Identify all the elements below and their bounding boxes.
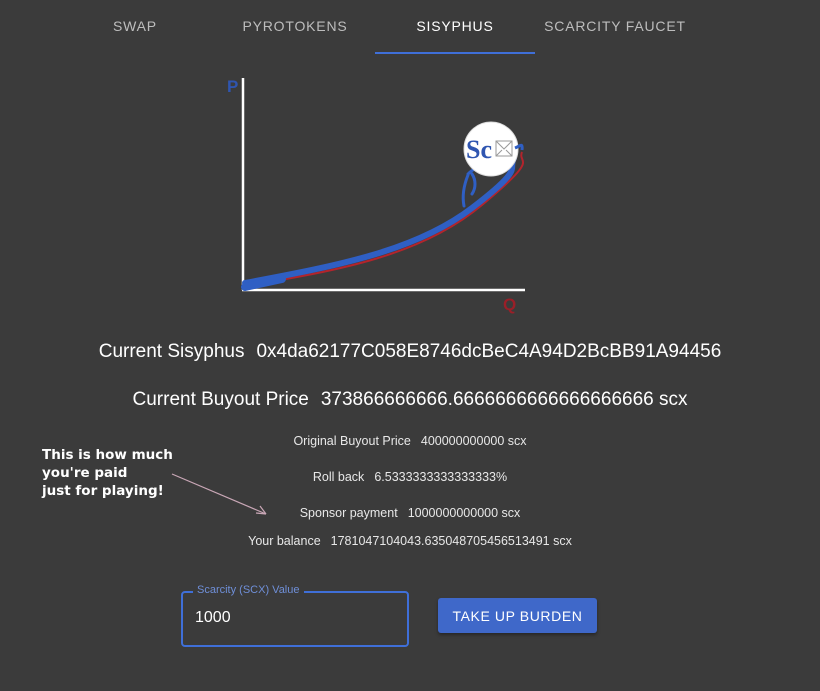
scx-value-field-label: Scarcity (SCX) Value [193, 584, 304, 596]
sponsor-annotation: This is how much you're paid just for pl… [42, 447, 173, 499]
x-axis-label: Q [503, 295, 516, 314]
sponsor-payment-row: Sponsor payment 1000000000000 scx [0, 506, 820, 520]
current-sisyphus-row: Current Sisyphus 0x4da62177C058E8746dcBeC… [0, 341, 820, 363]
original-buyout-price-label: Original Buyout Price [293, 434, 411, 448]
annotation-arrow-icon [171, 473, 267, 515]
buyout-price-label: Current Buyout Price [132, 389, 309, 410]
tab-swap[interactable]: SWAP [55, 0, 215, 54]
your-balance-row: Your balance 1781047104043.63504870545651… [0, 534, 820, 548]
original-buyout-price-value: 400000000000 scx [420, 434, 527, 448]
tab-pyrotokens[interactable]: PYROTOKENS [215, 0, 375, 54]
coin-label: Sc [466, 135, 492, 164]
tab-scarcity-faucet[interactable]: SCARCITY FAUCET [535, 0, 695, 54]
tab-bar: SWAP PYROTOKENS SISYPHUS SCARCITY FAUCET [55, 0, 695, 54]
sisyphus-curve-illustration: P Q Sc [227, 77, 525, 314]
buyout-price-value: 373866666666.6666666666666666666 scx [320, 389, 688, 410]
tab-sisyphus[interactable]: SISYPHUS [375, 0, 535, 54]
roll-back-value: 6.5333333333333333% [374, 470, 508, 484]
current-sisyphus-address: 0x4da62177C058E8746dcBeC4A94D2BcBB91A944… [256, 341, 722, 362]
your-balance-value: 1781047104043.635048705456513491 scx [330, 534, 572, 548]
your-balance-label: Your balance [248, 534, 321, 548]
buyout-price-row: Current Buyout Price 373866666666.6666666… [0, 389, 820, 411]
scx-value-field: Scarcity (SCX) Value [181, 584, 409, 647]
sponsor-payment-label: Sponsor payment [299, 506, 398, 520]
scx-value-input[interactable] [195, 609, 395, 627]
y-axis-label: P [227, 77, 238, 96]
roll-back-label: Roll back [312, 470, 365, 484]
sponsor-payment-value: 1000000000000 scx [407, 506, 521, 520]
sisyphus-page: SWAP PYROTOKENS SISYPHUS SCARCITY FAUCET… [0, 0, 820, 691]
current-sisyphus-label: Current Sisyphus [98, 341, 245, 362]
take-up-burden-button[interactable]: TAKE UP BURDEN [438, 598, 597, 633]
